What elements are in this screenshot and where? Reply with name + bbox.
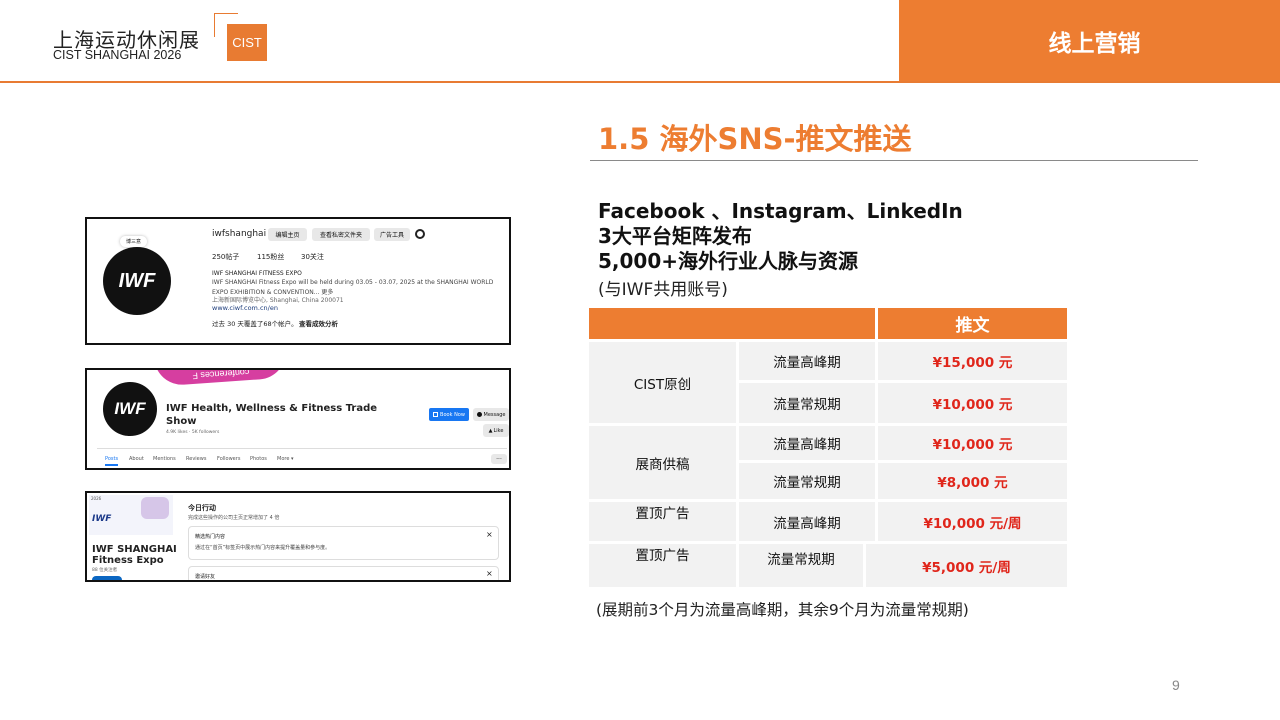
linkedin-page-screenshot: 2026 IWF IWF SHANGHAI Fitness Expo 88 位关…	[85, 491, 511, 582]
section-tab: 线上营销	[899, 0, 1280, 81]
price-cell: ¥10,000 元	[878, 383, 1067, 423]
book-now-button[interactable]: Book Now	[429, 408, 469, 421]
intro-platforms: Facebook 、Instagram、LinkedIn	[598, 199, 963, 223]
page-name-cont: Show	[166, 416, 197, 427]
period-cell: 流量高峰期	[739, 426, 875, 460]
group-pinned-ad-regular: 置顶广告	[589, 544, 736, 587]
tab-divider	[97, 448, 507, 449]
followers-count: 115粉丝	[257, 253, 285, 261]
tab-mentions[interactable]: Mentions	[153, 456, 176, 462]
company-name-cont: Fitness Expo	[92, 555, 164, 566]
intro-block: Facebook 、Instagram、LinkedIn 3大平台矩阵发布 5,…	[598, 199, 963, 274]
price-cell: ¥10,000 元	[878, 426, 1067, 460]
page-name: IWF Health, Wellness & Fitness Trade	[166, 403, 378, 414]
archive-button[interactable]: 查看私密文件夹	[312, 228, 370, 241]
tab-posts[interactable]: Posts	[105, 456, 119, 466]
bio-name: IWF SHANGHAI FITNESS EXPO	[212, 270, 302, 277]
intro-matrix: 3大平台矩阵发布	[598, 224, 752, 248]
period-cell: 流量常规期	[739, 544, 863, 587]
price-cell: ¥10,000 元/周	[878, 502, 1067, 541]
message-button[interactable]: Message	[473, 408, 509, 421]
today-actions-title: 今日行动	[188, 504, 216, 512]
card-text: 通过在“首页”标签页中展示热门内容来提升覆盖量和参与度。	[195, 545, 331, 551]
group-pinned-ad-peak: 置顶广告	[589, 502, 736, 541]
today-actions-subtitle: 完成这些操作的公司主页正常增加了 4 倍	[188, 515, 280, 521]
header-divider	[0, 81, 1280, 83]
close-icon[interactable]: ×	[486, 569, 493, 578]
banner-year: 2026	[91, 496, 102, 501]
period-cell: 流量常规期	[739, 463, 875, 499]
following-count: 30关注	[301, 253, 324, 261]
logo-english: CIST SHANGHAI 2026	[53, 48, 182, 62]
period-footnote: (展期前3个月为流量高峰期，其余9个月为流量常规期)	[596, 601, 969, 619]
price-table: 推文 CIST原创 展商供稿 置顶广告 置顶广告 流量高峰期 ¥15,000 元…	[589, 308, 1067, 587]
cover-banner: conferences F	[154, 368, 288, 387]
group-exhibitor-content: 展商供稿	[589, 426, 736, 499]
calendar-icon	[433, 412, 439, 417]
book-now-label: Book Now	[440, 411, 465, 418]
section-title: 1.5 海外SNS-推文推送	[598, 122, 912, 156]
price-cell: ¥5,000 元/周	[866, 544, 1067, 587]
posts-count: 250帖子	[212, 253, 240, 261]
page-number: 9	[1172, 677, 1180, 693]
company-action-button[interactable]	[92, 576, 122, 580]
bio-link[interactable]: www.ciwf.com.cn/en	[212, 304, 278, 312]
intro-shared-account: (与IWF共用账号)	[598, 280, 728, 300]
bio-line: IWF SHANGHAI Fitness Expo will be held d…	[212, 279, 494, 286]
facebook-page-screenshot: conferences F IWF IWF Health, Wellness &…	[85, 368, 511, 470]
featured-content-card[interactable]: 精选热门内容 通过在“首页”标签页中展示热门内容来提升覆盖量和参与度。 ×	[188, 526, 499, 560]
card-title: 邀请好友	[195, 574, 216, 580]
period-cell: 流量常规期	[739, 383, 875, 423]
title-rule	[590, 160, 1198, 161]
company-name: IWF SHANGHAI	[92, 544, 177, 555]
price-cell: ¥15,000 元	[878, 342, 1067, 380]
card-title: 精选热门内容	[195, 534, 226, 540]
linkedin-banner: 2026 IWF	[89, 495, 173, 535]
username: iwfshanghai	[212, 229, 267, 239]
iwf-avatar: IWF	[103, 247, 171, 315]
group-cist-original: CIST原创	[589, 342, 736, 423]
period-cell: 流量高峰期	[739, 502, 875, 541]
page-stats: 4.9K likes · 5K followers	[166, 430, 220, 435]
table-header-tweet: 推文	[878, 308, 1067, 339]
message-label: Message	[483, 411, 506, 418]
athletes-illustration	[141, 497, 169, 519]
tab-photos[interactable]: Photos	[250, 456, 267, 462]
cover-banner-text: conferences F	[192, 368, 251, 381]
table-header-blank	[589, 308, 875, 339]
tab-reviews[interactable]: Reviews	[186, 456, 206, 462]
price-cell: ¥8,000 元	[878, 463, 1067, 499]
insights-link[interactable]: 查看成效分析	[299, 318, 338, 328]
ad-tools-button[interactable]: 广告工具	[374, 228, 410, 241]
intro-contacts: 5,000+海外行业人脉与资源	[598, 249, 859, 273]
thumbs-up-icon: ▲	[488, 427, 493, 434]
messenger-icon	[476, 412, 482, 417]
profile-tag: 博三意	[120, 236, 148, 247]
banner-iwf-logo: IWF	[92, 514, 112, 524]
instagram-profile-screenshot: 博三意 IWF iwfshanghai 编辑主页 查看私密文件夹 广告工具 25…	[85, 217, 511, 345]
close-icon[interactable]: ×	[486, 530, 493, 539]
tab-about[interactable]: About	[129, 456, 144, 462]
company-followers: 88 位关注者	[92, 568, 118, 573]
logo-badge: CIST	[227, 24, 267, 61]
like-button[interactable]: ▲ Like	[483, 424, 509, 437]
settings-icon[interactable]	[415, 229, 425, 239]
more-options-button[interactable]: ···	[491, 454, 507, 464]
invite-friends-card[interactable]: 邀请好友 ×	[188, 566, 499, 580]
bio-location: 上海新国际博览中心, Shanghai, China 200071	[212, 297, 344, 304]
tab-more[interactable]: More ▾	[277, 456, 294, 462]
period-cell: 流量高峰期	[739, 342, 875, 380]
like-label: Like	[493, 427, 504, 434]
reach-text: 过去 30 天覆盖了68个帐户。	[212, 320, 298, 328]
edit-profile-button[interactable]: 编辑主页	[268, 228, 307, 241]
iwf-page-avatar: IWF	[101, 380, 159, 438]
tab-followers[interactable]: Followers	[217, 456, 240, 462]
